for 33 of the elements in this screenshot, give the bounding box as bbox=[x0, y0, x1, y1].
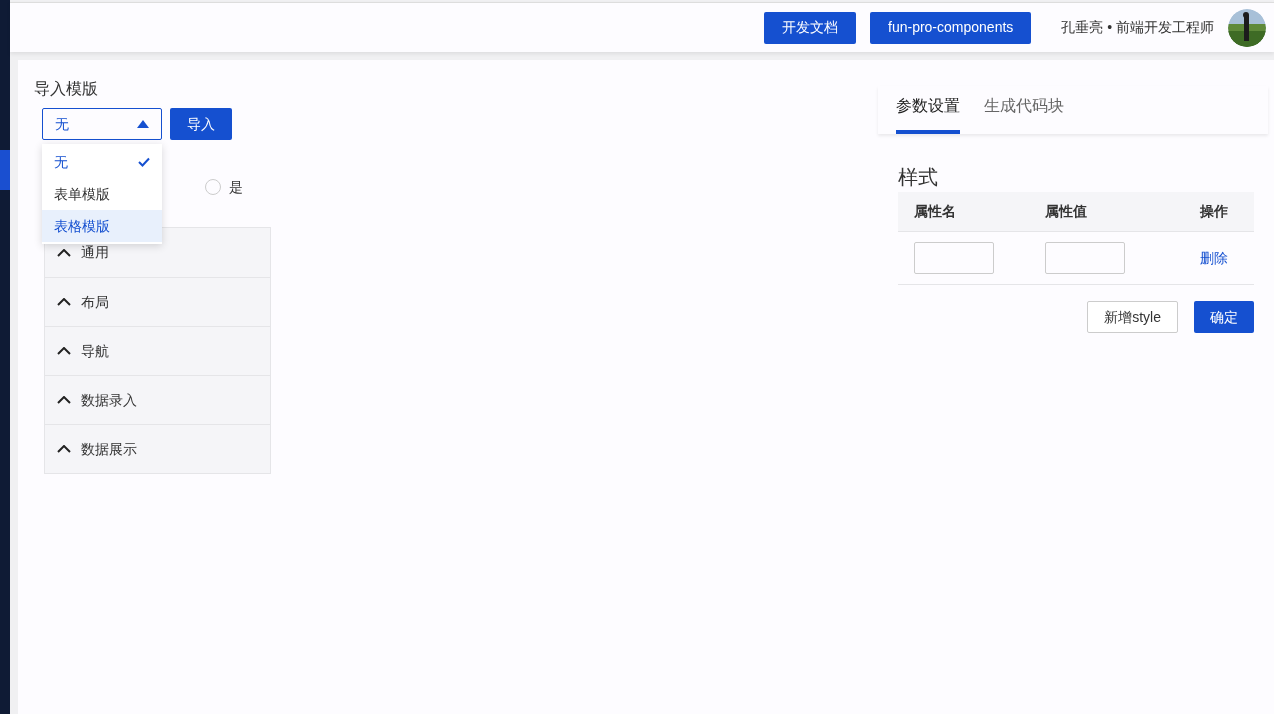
template-select[interactable]: 无 bbox=[42, 108, 162, 140]
add-style-button[interactable]: 新增style bbox=[1087, 301, 1178, 333]
header-button[interactable]: fun-pro-components bbox=[870, 11, 1032, 44]
column-header: 属性名 bbox=[914, 202, 957, 221]
header-button[interactable]: 开发文档 bbox=[764, 11, 856, 44]
chevron-icon bbox=[57, 445, 71, 453]
radio-label: 是 bbox=[229, 177, 243, 197]
tab[interactable]: 参数设置 bbox=[896, 86, 960, 134]
user-name: 孔垂亮 • 前端开发工程师 bbox=[1061, 18, 1214, 37]
dropdown-option[interactable]: 无 bbox=[42, 146, 162, 178]
chevron-icon bbox=[57, 396, 71, 404]
chevron-icon bbox=[57, 248, 71, 257]
category-item[interactable]: 数据录入 bbox=[45, 375, 270, 424]
section-title: 导入模版 bbox=[34, 79, 99, 99]
dropdown-option[interactable]: 表格模版 bbox=[42, 210, 162, 242]
delete-link[interactable]: 删除 bbox=[1200, 247, 1228, 269]
style-title: 样式 bbox=[898, 165, 939, 190]
import-button[interactable]: 导入 bbox=[170, 108, 232, 140]
category-item[interactable]: 布局 bbox=[45, 277, 270, 326]
chevron-icon bbox=[57, 347, 71, 355]
column-header: 操作 bbox=[1200, 202, 1228, 221]
category-item[interactable]: 数据展示 bbox=[45, 424, 270, 473]
category-item[interactable]: 导航 bbox=[45, 326, 270, 375]
chevron-icon bbox=[57, 298, 71, 306]
caret-icon bbox=[137, 120, 149, 128]
column-header: 属性值 bbox=[1045, 202, 1088, 221]
tab[interactable]: 生成代码块 bbox=[984, 86, 1064, 134]
input-field[interactable] bbox=[914, 242, 994, 274]
input-field[interactable] bbox=[1045, 242, 1125, 274]
check-icon bbox=[138, 157, 150, 167]
confirm-button[interactable]: 确定 bbox=[1194, 301, 1254, 333]
side-marker bbox=[0, 150, 10, 190]
dropdown-option[interactable]: 表单模版 bbox=[42, 178, 162, 210]
